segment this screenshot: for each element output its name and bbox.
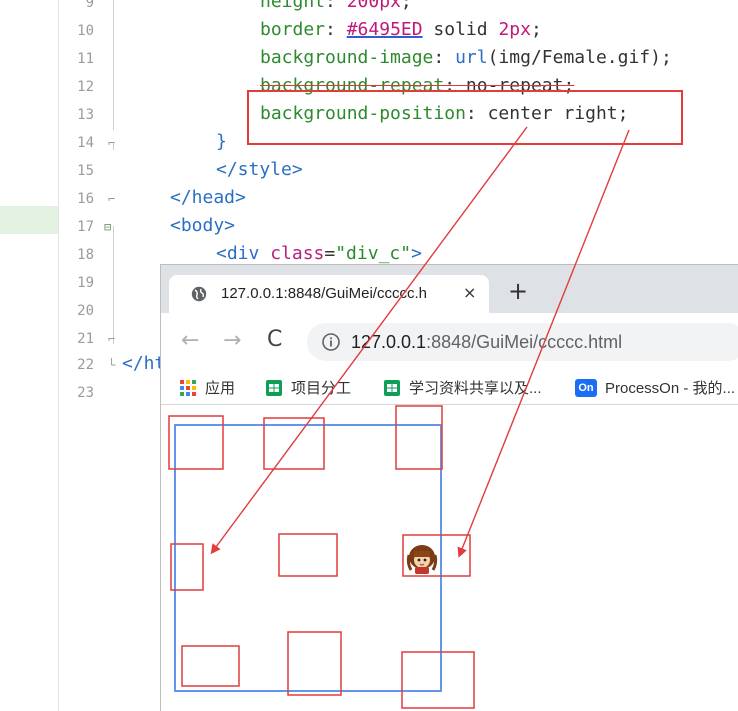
line-number: 17 — [77, 219, 94, 235]
fold-guide — [113, 0, 114, 130]
line-number: 20 — [77, 303, 94, 319]
line-number: 22 — [77, 357, 94, 373]
tab-strip: 127.0.0.1:8848/GuiMei/ccccc.h × + — [161, 265, 738, 313]
line-number: 13 — [77, 107, 94, 123]
reload-icon[interactable]: C — [267, 327, 282, 352]
bookmark-study[interactable]: 学习资料共享以及... — [383, 377, 542, 399]
processon-icon: On — [575, 378, 597, 397]
active-line-highlight — [0, 206, 58, 234]
code-line-14: } — [216, 131, 227, 152]
female-gif-image — [406, 545, 438, 574]
fold-end-icon[interactable]: ⌐ — [108, 185, 115, 213]
info-icon[interactable] — [321, 332, 341, 352]
line-number: 12 — [77, 79, 94, 95]
code-line-13: background-position: center right; — [260, 103, 629, 124]
back-arrow-icon[interactable]: ← — [181, 328, 199, 353]
code-line-22: </ht — [122, 353, 166, 374]
globe-icon — [191, 286, 207, 302]
new-tab-icon[interactable]: + — [508, 279, 528, 303]
code-line-9: height: 200px; — [260, 0, 412, 12]
close-icon[interactable]: × — [463, 283, 476, 302]
bookmark-project[interactable]: 项目分工 — [265, 377, 351, 399]
bookmarks-bar: 应用 项目分工 学习资料共享以及... On ProcessOn - 我的... — [161, 371, 738, 405]
line-number: 18 — [77, 247, 94, 263]
fold-end-icon[interactable]: ⌐ — [108, 129, 115, 157]
sheets-icon — [384, 379, 400, 396]
url-text[interactable]: 127.0.0.1:8848/GuiMei/ccccc.html — [351, 332, 622, 353]
line-number: 14 — [77, 135, 94, 151]
line-number: 21 — [77, 331, 94, 347]
code-line-10: border: #6495ED solid 2px; — [260, 19, 542, 40]
address-bar[interactable]: 127.0.0.1:8848/GuiMei/ccccc.html — [307, 323, 738, 361]
gutter-divider — [58, 0, 59, 711]
line-number: 23 — [77, 385, 94, 401]
page-content — [161, 406, 738, 711]
line-number: 11 — [77, 51, 94, 67]
code-line-11: background-image: url(img/Female.gif); — [260, 47, 672, 68]
browser-window: 127.0.0.1:8848/GuiMei/ccccc.h × + ← → C … — [160, 264, 738, 711]
sheets-icon — [266, 379, 282, 396]
browser-tab[interactable]: 127.0.0.1:8848/GuiMei/ccccc.h × — [169, 275, 489, 313]
bookmark-apps[interactable]: 应用 — [179, 377, 235, 399]
code-line-17: <body> — [170, 215, 236, 236]
apps-grid-icon — [180, 379, 196, 396]
line-number: 10 — [77, 23, 94, 39]
bookmark-processon[interactable]: On ProcessOn - 我的... — [575, 377, 735, 399]
line-number: 9 — [85, 0, 94, 11]
editor-left-panel — [0, 0, 58, 711]
tab-title: 127.0.0.1:8848/GuiMei/ccccc.h — [221, 285, 427, 302]
fold-end-icon[interactable]: ⌐ — [108, 325, 115, 353]
line-number: 19 — [77, 275, 94, 291]
fold-collapse-icon[interactable]: ⊟ — [104, 213, 111, 241]
forward-arrow-icon[interactable]: → — [223, 328, 241, 353]
line-number: 16 — [77, 191, 94, 207]
fold-end-icon[interactable]: └ — [108, 351, 115, 379]
code-line-12: background-repeat: no-repeat; — [260, 75, 575, 96]
code-line-15: </style> — [216, 159, 303, 180]
code-line-16: </head> — [170, 187, 246, 208]
div-c-box — [174, 424, 442, 692]
line-number: 15 — [77, 163, 94, 179]
browser-toolbar: ← → C 127.0.0.1:8848/GuiMei/ccccc.html — [161, 313, 738, 371]
